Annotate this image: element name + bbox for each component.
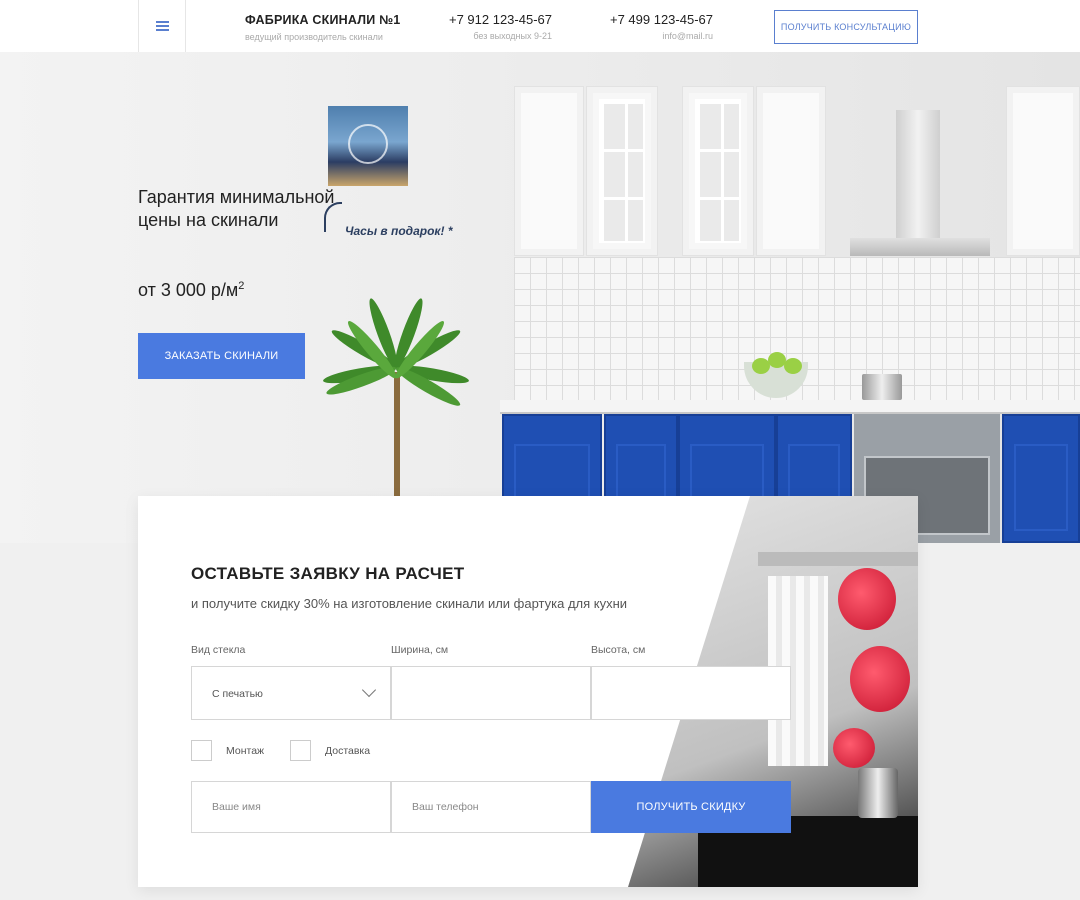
working-hours: без выходных 9-21 — [473, 31, 552, 41]
width-label: Ширина, см — [391, 644, 449, 656]
form-title: ОСТАВЬТЕ ЗАЯВКУ НА РАСЧЕТ — [191, 564, 465, 583]
width-input[interactable] — [391, 666, 591, 720]
brand: ФАБРИКА СКИНАЛИ №1 ведущий производитель… — [245, 13, 400, 42]
name-input[interactable] — [191, 781, 391, 833]
phone-input[interactable] — [391, 781, 591, 833]
request-form-card: ОСТАВЬТЕ ЗАЯВКУ НА РАСЧЕТ и получите ски… — [138, 496, 918, 887]
height-label: Высота, см — [591, 644, 646, 656]
plant-image — [296, 282, 506, 502]
price-unit-exponent: 2 — [238, 280, 245, 292]
phone-block-2: +7 499 123-45-67 info@mail.ru — [600, 12, 713, 41]
kitchen-photo — [500, 52, 1080, 543]
hamburger-menu-icon — [155, 21, 169, 31]
phone-number-1[interactable]: +7 912 123-45-67 — [440, 12, 552, 27]
clock-gift-image — [328, 106, 408, 186]
height-input[interactable] — [591, 666, 791, 720]
glass-type-value: С печатью — [212, 688, 263, 700]
hero-section: Часы в подарок! * Гарантия минимальной ц… — [0, 52, 1080, 543]
gift-label: Часы в подарок! * — [345, 224, 453, 238]
delivery-checkbox[interactable] — [290, 740, 311, 761]
order-button[interactable]: ЗАКАЗАТЬ СКИНАЛИ — [138, 333, 305, 379]
consultation-button[interactable]: ПОЛУЧИТЬ КОНСУЛЬТАЦИЮ — [774, 10, 918, 44]
menu-button[interactable] — [138, 0, 186, 52]
mount-checkbox[interactable] — [191, 740, 212, 761]
mount-label: Монтаж — [226, 744, 265, 757]
brand-subtitle: ведущий производитель скинали — [245, 32, 383, 42]
phone-block-1: +7 912 123-45-67 без выходных 9-21 — [440, 12, 552, 41]
hero-price: от 3 000 р/м2 — [138, 280, 244, 301]
email-link[interactable]: info@mail.ru — [600, 31, 713, 41]
glass-type-select[interactable]: С печатью — [191, 666, 391, 720]
delivery-label: Доставка — [325, 744, 371, 757]
price-text: от 3 000 р/м — [138, 280, 239, 300]
site-header: ФАБРИКА СКИНАЛИ №1 ведущий производитель… — [0, 0, 1080, 52]
delivery-option[interactable]: Доставка — [290, 740, 370, 761]
chevron-down-icon — [361, 682, 377, 698]
hero-title: Гарантия минимальной цены на скинали — [138, 187, 335, 230]
brand-title: ФАБРИКА СКИНАЛИ №1 — [245, 13, 401, 27]
get-discount-button[interactable]: ПОЛУЧИТЬ СКИДКУ — [591, 781, 791, 833]
mount-option[interactable]: Монтаж — [191, 740, 264, 761]
glass-type-label: Вид стекла — [191, 644, 246, 656]
phone-number-2[interactable]: +7 499 123-45-67 — [600, 12, 713, 27]
form-subtitle: и получите скидку 30% на изготовление ск… — [191, 596, 628, 611]
